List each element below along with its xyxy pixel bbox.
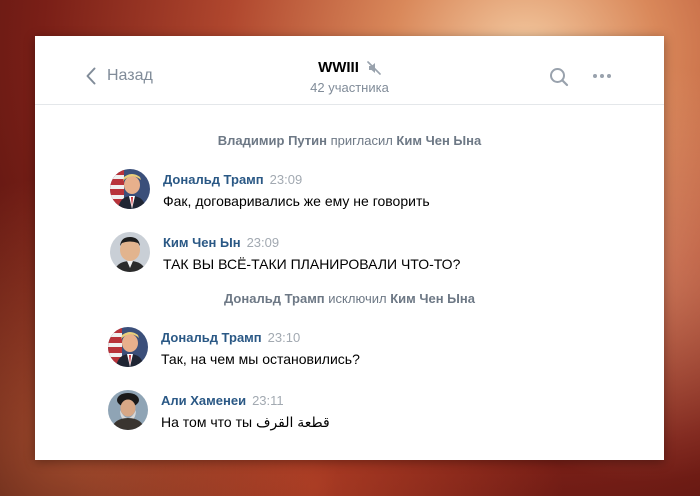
- message-author[interactable]: Дональд Трамп: [163, 172, 264, 187]
- event-action: пригласил: [330, 133, 393, 148]
- system-event: Дональд Трамп исключил Ким Чен Ына: [35, 291, 664, 306]
- search-icon: [550, 68, 569, 87]
- avatar-image: [108, 327, 148, 367]
- event-actor[interactable]: Владимир Путин: [218, 133, 327, 148]
- avatar[interactable]: [110, 169, 150, 209]
- avatar-image: [110, 169, 150, 209]
- avatar[interactable]: [108, 327, 148, 367]
- event-target[interactable]: Ким Чен Ына: [396, 133, 481, 148]
- chat-header: Назад WWIII 42 участника: [35, 36, 664, 105]
- search-button[interactable]: [549, 67, 569, 92]
- avatar-image: [110, 232, 150, 272]
- event-target[interactable]: Ким Чен Ына: [390, 291, 475, 306]
- chat-title-block[interactable]: WWIII 42 участника: [35, 59, 664, 95]
- message-author[interactable]: Али Хаменеи: [161, 393, 246, 408]
- system-event: Владимир Путин пригласил Ким Чен Ына: [35, 133, 664, 148]
- more-button[interactable]: [593, 74, 611, 78]
- message-time: 23:09: [269, 172, 303, 187]
- message-time: 23:09: [246, 235, 280, 250]
- message-time: 23:11: [252, 393, 284, 408]
- message-text: ТАК ВЫ ВСЁ-ТАКИ ПЛАНИРОВАЛИ ЧТО-ТО?: [163, 256, 461, 272]
- message-author[interactable]: Ким Чен Ын: [163, 235, 241, 250]
- more-dots-icon: [593, 74, 597, 78]
- chat-title: WWIII: [318, 59, 359, 76]
- event-action: исключил: [328, 291, 387, 306]
- message-text: Так, на чем мы остановились?: [161, 351, 360, 367]
- muted-speaker-icon: [367, 60, 381, 75]
- avatar[interactable]: [108, 390, 148, 430]
- message-time: 23:10: [267, 330, 301, 345]
- participants-count: 42 участника: [310, 80, 389, 95]
- message-text: На том что ты قطعة القرف: [161, 414, 330, 430]
- message-author[interactable]: Дональд Трамп: [161, 330, 262, 345]
- message-text: Фак, договаривались же ему не говорить: [163, 193, 430, 209]
- chat-window: Назад WWIII 42 участника Владимир Путин …: [35, 36, 664, 460]
- avatar-image: [108, 390, 148, 430]
- avatar[interactable]: [110, 232, 150, 272]
- event-actor[interactable]: Дональд Трамп: [224, 291, 325, 306]
